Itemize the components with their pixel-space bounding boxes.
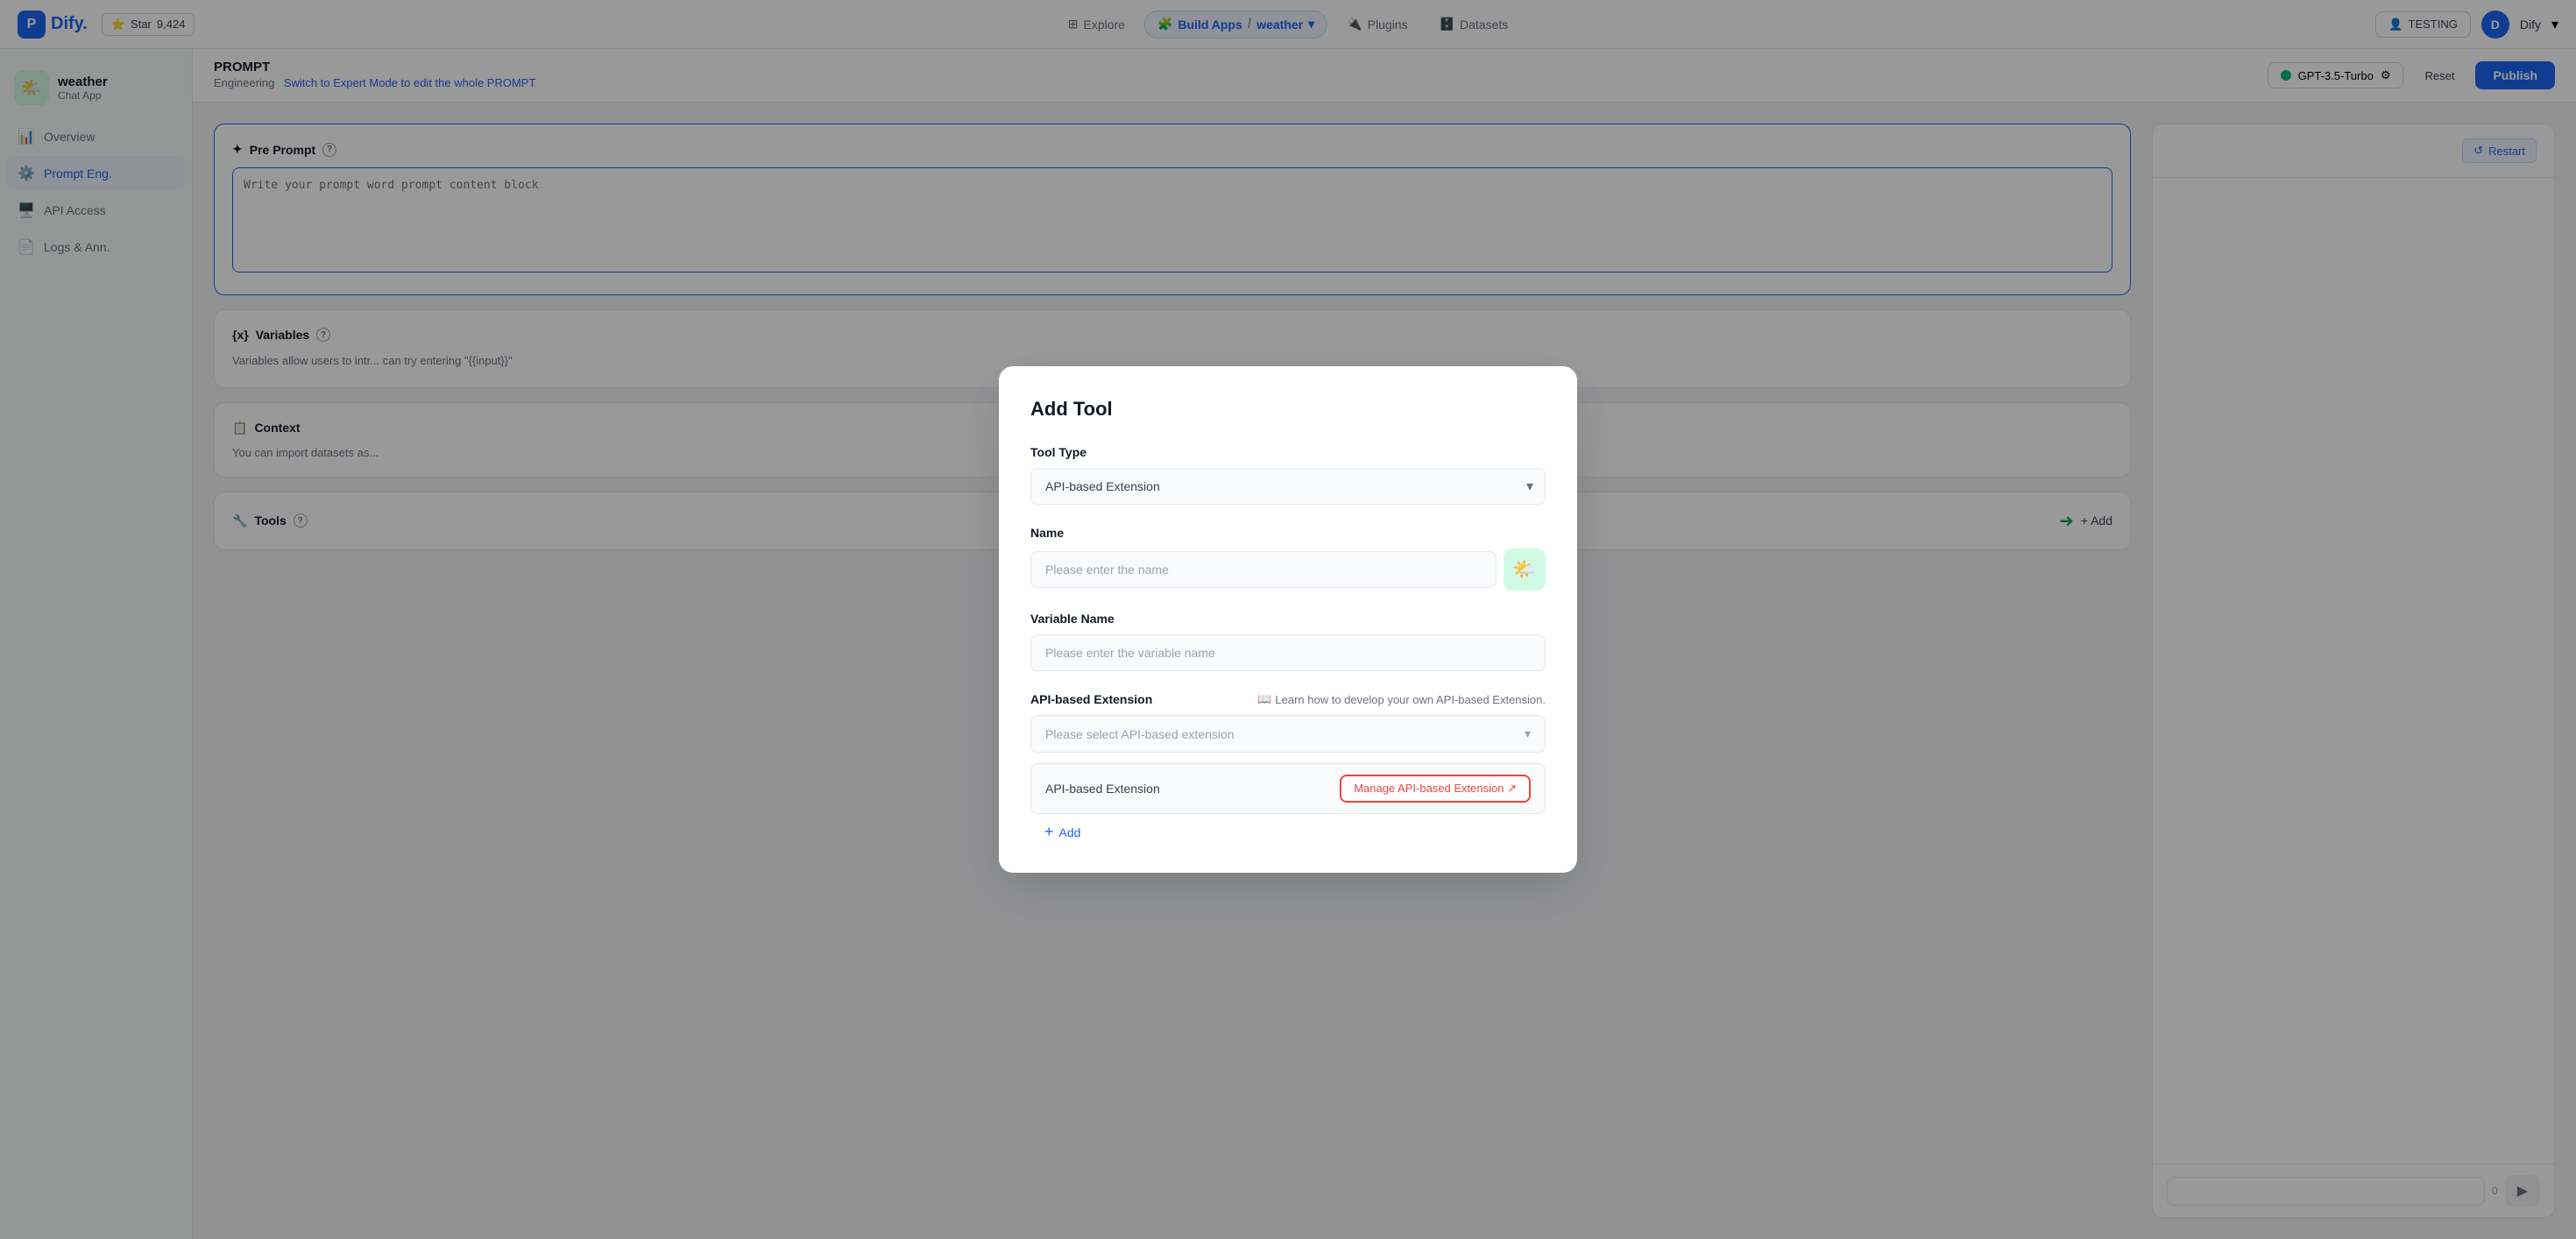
api-extension-label: API-based Extension (1030, 692, 1152, 706)
tool-type-label: Tool Type (1030, 445, 1546, 459)
extension-row: API-based Extension Manage API-based Ext… (1030, 763, 1546, 814)
variable-name-label: Variable Name (1030, 612, 1546, 626)
extension-chevron-icon: ▾ (1525, 726, 1531, 741)
extension-dropdown[interactable]: Please select API-based extension ▾ (1030, 715, 1546, 753)
book-icon: 📖 (1257, 692, 1271, 706)
manage-extension-button[interactable]: Manage API-based Extension ↗ (1340, 775, 1531, 803)
name-field: Name 🌤️ (1030, 526, 1546, 591)
name-input[interactable] (1030, 551, 1497, 588)
emoji-button[interactable]: 🌤️ (1504, 549, 1546, 591)
modal-title: Add Tool (1030, 398, 1546, 421)
add-plus-icon: + (1044, 823, 1054, 841)
name-label: Name (1030, 526, 1546, 540)
tool-type-field: Tool Type API-based ExtensionBuilt-in To… (1030, 445, 1546, 505)
learn-link[interactable]: 📖 Learn how to develop your own API-base… (1257, 692, 1546, 706)
tool-type-select[interactable]: API-based ExtensionBuilt-in Tool (1030, 468, 1546, 505)
add-tool-modal: Add Tool Tool Type API-based ExtensionBu… (999, 366, 1577, 873)
api-extension-field: API-based Extension 📖 Learn how to devel… (1030, 692, 1546, 841)
add-extension-button[interactable]: + Add (1030, 814, 1546, 841)
variable-name-input[interactable] (1030, 634, 1546, 671)
variable-name-field: Variable Name (1030, 612, 1546, 692)
extension-row-label: API-based Extension (1045, 782, 1160, 796)
modal-overlay[interactable]: Add Tool Tool Type API-based ExtensionBu… (0, 0, 2576, 1239)
